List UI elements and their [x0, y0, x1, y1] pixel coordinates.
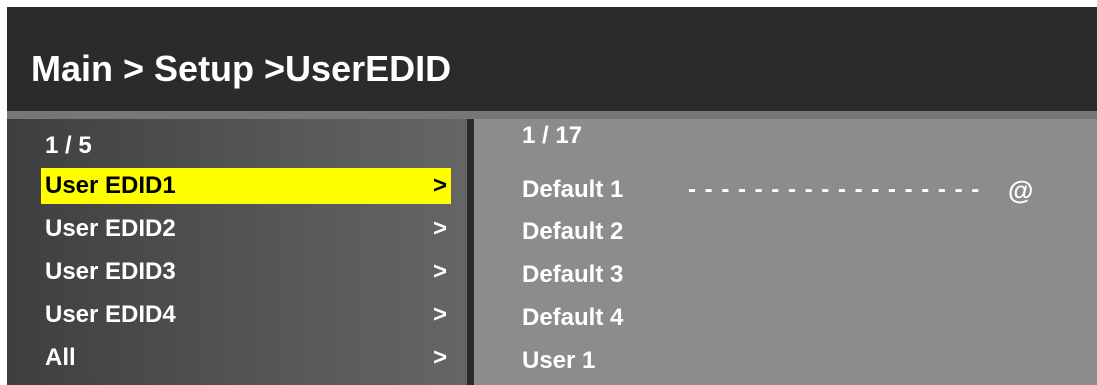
menu-item-all[interactable]: All > — [41, 340, 451, 376]
edid-item-default-2[interactable]: Default 2 — [522, 216, 623, 250]
chevron-right-icon: > — [432, 301, 447, 328]
list-page-indicator: 1 / 17 — [522, 122, 583, 149]
selected-marker-icon: @ — [1008, 175, 1034, 205]
menu-item-user-edid4[interactable]: User EDID4 > — [41, 297, 451, 333]
menu-item-label: User EDID3 — [45, 258, 176, 285]
chevron-right-icon: > — [432, 172, 447, 199]
edid-source-list: 1 / 17 Default 1 - - - - - - - - - - - -… — [474, 119, 1097, 385]
edid-item-user-1[interactable]: User 1 — [522, 345, 595, 379]
chevron-right-icon: > — [432, 215, 447, 242]
menu-page-indicator: 1 / 5 — [45, 132, 92, 159]
divider — [7, 111, 1097, 119]
menu-item-label: All — [45, 344, 76, 371]
osd-screen: Main > Setup >UserEDID 1 / 5 User EDID1 … — [7, 7, 1097, 385]
user-edid-menu: 1 / 5 User EDID1 > User EDID2 > User EDI… — [7, 119, 467, 385]
menu-item-user-edid3[interactable]: User EDID3 > — [41, 254, 451, 290]
breadcrumb: Main > Setup >UserEDID — [31, 48, 452, 89]
menu-item-label: User EDID1 — [45, 172, 176, 199]
title-bar: Main > Setup >UserEDID — [7, 7, 1097, 111]
menu-item-user-edid2[interactable]: User EDID2 > — [41, 211, 451, 247]
selection-leader: - - - - - - - - - - - - - - - - - - — [688, 176, 981, 203]
chevron-right-icon: > — [432, 344, 447, 371]
menu-item-user-edid1[interactable]: User EDID1 > — [41, 168, 451, 204]
edid-item-default-3[interactable]: Default 3 — [522, 259, 623, 293]
chevron-right-icon: > — [432, 258, 447, 285]
edid-item-default-4[interactable]: Default 4 — [522, 302, 623, 336]
edid-item-default-1[interactable]: Default 1 — [522, 174, 623, 208]
menu-item-label: User EDID2 — [45, 215, 176, 242]
menu-item-label: User EDID4 — [45, 301, 176, 328]
